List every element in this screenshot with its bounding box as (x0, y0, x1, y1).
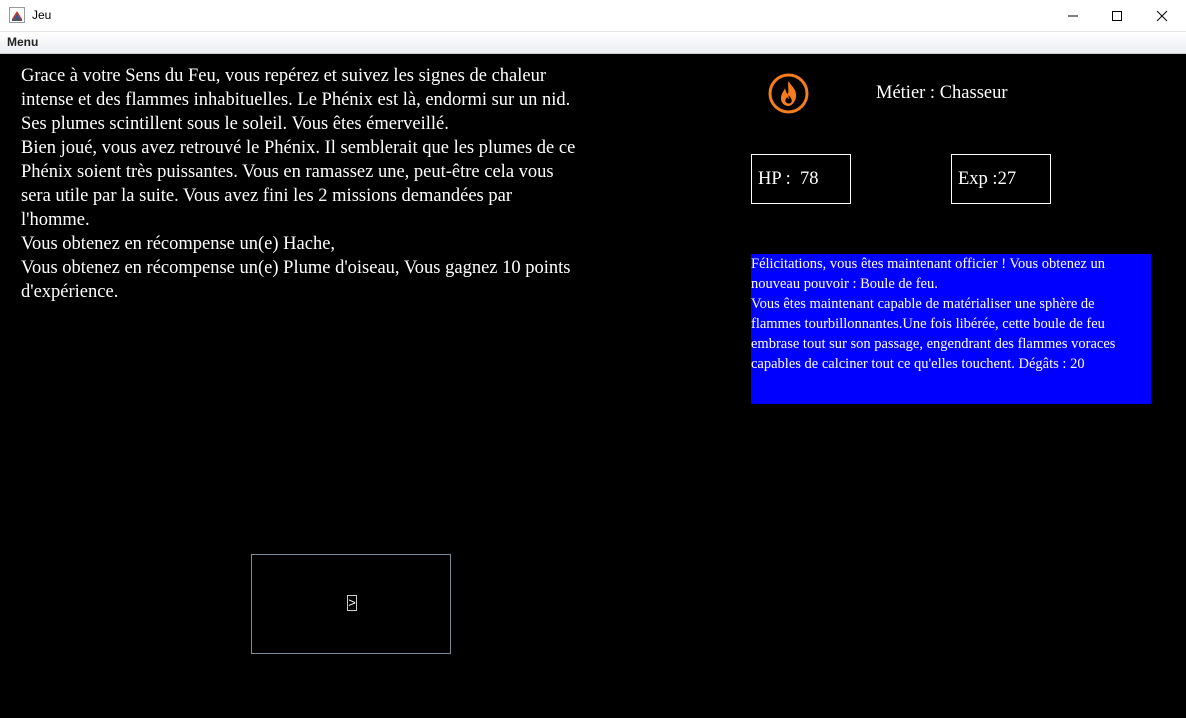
maximize-button[interactable] (1094, 0, 1140, 31)
hp-value: HP : 78 (758, 169, 819, 189)
notification-panel: Félicitations, vous êtes maintenant offi… (751, 254, 1151, 404)
title-bar[interactable]: Jeu (0, 0, 1186, 32)
hp-box: HP : 78 (751, 154, 851, 204)
minimize-button[interactable] (1050, 0, 1096, 31)
game-content: Grace à votre Sens du Feu, vous repérez … (0, 54, 1186, 718)
java-app-icon (9, 7, 25, 23)
exp-value: Exp :27 (958, 169, 1017, 189)
next-button[interactable]: > (347, 595, 357, 611)
close-button[interactable] (1139, 0, 1185, 31)
close-icon (1156, 10, 1168, 21)
menu-item-menu[interactable]: Menu (7, 35, 38, 49)
job-label: Métier : Chasseur (876, 83, 1008, 103)
menu-bar: Menu (0, 32, 1186, 54)
choice-panel: > (251, 554, 451, 654)
maximize-icon (1112, 10, 1122, 21)
story-text: Grace à votre Sens du Feu, vous repérez … (21, 66, 576, 302)
minimize-icon (1068, 15, 1078, 16)
exp-box: Exp :27 (951, 154, 1051, 204)
game-window: Jeu Menu Grace à votre Sens du Feu, vous… (0, 0, 1186, 718)
fire-icon (768, 73, 809, 114)
window-title: Jeu (32, 8, 52, 22)
